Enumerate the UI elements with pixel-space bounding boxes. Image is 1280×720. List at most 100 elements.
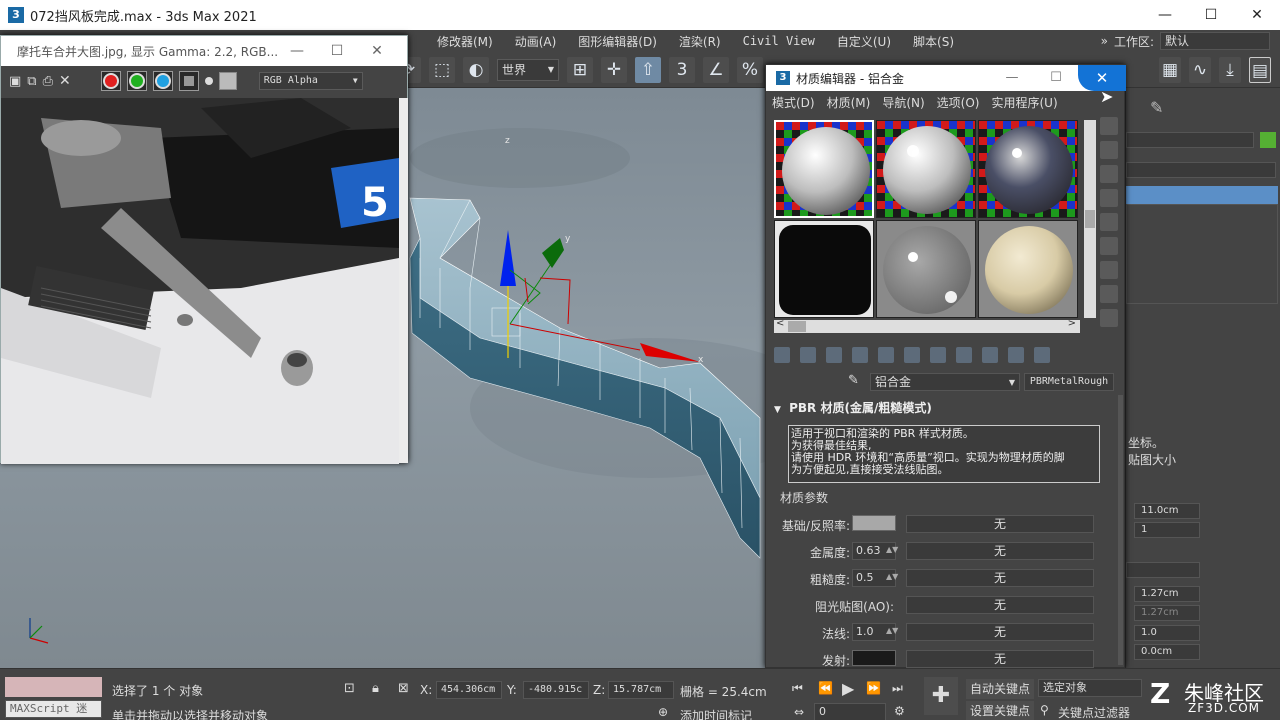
close-button[interactable]: ✕ xyxy=(357,43,397,59)
scale-icon[interactable]: ⬚ xyxy=(429,56,455,83)
menu-rendering[interactable]: 渲染(R) xyxy=(668,33,732,50)
sample-slot[interactable] xyxy=(774,120,874,218)
material-type-button[interactable]: PBRMetalRough xyxy=(1024,373,1114,391)
go-forward-icon[interactable] xyxy=(1034,347,1050,363)
red-channel-toggle[interactable] xyxy=(100,71,121,91)
angle-snap-icon[interactable]: ∠ xyxy=(703,56,729,83)
set-key-button[interactable]: 设置关键点 xyxy=(966,701,1035,720)
key-mode-icon[interactable]: ⇔ xyxy=(794,705,804,719)
base-color-swatch[interactable] xyxy=(852,515,896,531)
material-map-navigator-icon[interactable] xyxy=(1100,309,1118,327)
metalness-map-button[interactable]: 无 xyxy=(906,542,1094,560)
background-swatch[interactable] xyxy=(218,72,237,90)
next-frame-icon[interactable]: ⏩ xyxy=(866,681,881,695)
menu-material[interactable]: 材质(M) xyxy=(821,94,877,111)
minimize-button[interactable]: — xyxy=(1142,0,1188,30)
menu-customize[interactable]: 自定义(U) xyxy=(826,33,902,50)
y-coordinate-field[interactable]: -480.915c xyxy=(523,681,589,699)
render-setup-icon[interactable]: ▤ xyxy=(1249,56,1271,83)
emission-color-swatch[interactable] xyxy=(852,650,896,666)
menu-more-icon[interactable]: » xyxy=(1101,34,1108,48)
options-icon[interactable] xyxy=(1100,261,1118,279)
minimize-button[interactable]: — xyxy=(277,43,317,59)
make-preview-icon[interactable] xyxy=(1100,237,1118,255)
isolate-icon[interactable]: ⊡ xyxy=(344,681,355,696)
close-button[interactable]: ✕ xyxy=(1234,0,1280,30)
menu-scripting[interactable]: 脚本(S) xyxy=(902,33,965,50)
param-field[interactable]: 1.0 xyxy=(1134,625,1200,641)
absolute-mode-icon[interactable]: ⊠ xyxy=(398,681,409,696)
param-field[interactable]: 11.0cm xyxy=(1134,503,1200,519)
auto-key-button[interactable]: 自动关键点 xyxy=(966,679,1035,699)
maxscript-input[interactable]: MAXScript 迷 xyxy=(5,700,102,718)
workspace-dropdown[interactable]: 默认 xyxy=(1160,32,1270,50)
snap-3d-icon[interactable]: 3 xyxy=(669,56,695,83)
maximize-button[interactable]: ☐ xyxy=(1188,0,1234,30)
menu-modes[interactable]: 模式(D) xyxy=(766,94,821,111)
modifier-list-dropdown[interactable] xyxy=(1126,162,1276,178)
curve-editor-icon[interactable]: ∿ xyxy=(1189,56,1211,83)
param-field[interactable]: 1 xyxy=(1134,522,1200,538)
sample-slot[interactable] xyxy=(774,220,874,318)
slots-vertical-scrollbar[interactable] xyxy=(1084,120,1096,318)
go-to-start-icon[interactable]: ⏮ xyxy=(792,681,803,696)
ao-map-button[interactable]: 无 xyxy=(906,596,1094,614)
place-icon[interactable]: ◐ xyxy=(463,56,489,83)
play-icon[interactable]: ▶ xyxy=(842,679,854,698)
clear-icon[interactable]: ✕ xyxy=(59,73,71,89)
key-filters-button[interactable]: 关键点过滤器 xyxy=(1058,704,1130,720)
object-name-field[interactable] xyxy=(1126,132,1254,148)
download-icon[interactable]: ⤓ xyxy=(1219,56,1241,83)
previous-frame-icon[interactable]: ⏪ xyxy=(818,681,833,695)
emission-map-button[interactable]: 无 xyxy=(906,650,1094,668)
param-field[interactable]: 0.0cm xyxy=(1134,644,1200,660)
show-shaded-icon[interactable] xyxy=(956,347,972,363)
menu-options[interactable]: 选项(O) xyxy=(931,94,986,111)
selection-set-dropdown[interactable]: 选定对象 xyxy=(1038,679,1142,697)
save-icon[interactable]: ▣ xyxy=(9,74,21,89)
put-to-library-icon[interactable] xyxy=(904,347,920,363)
rollout-scrollbar[interactable] xyxy=(1118,395,1123,665)
minimize-button[interactable]: — xyxy=(990,65,1034,91)
roughness-map-button[interactable]: 无 xyxy=(906,569,1094,587)
param-field[interactable]: 1.27cm xyxy=(1134,605,1200,621)
param-field[interactable]: 1.27cm xyxy=(1134,586,1200,602)
add-time-tag-button[interactable]: 添加时间标记 xyxy=(680,707,752,720)
green-channel-toggle[interactable] xyxy=(126,71,147,91)
eyedropper-icon[interactable]: ✎ xyxy=(848,373,859,388)
material-name-dropdown[interactable]: 铝合金 ▼ xyxy=(870,373,1020,391)
spinner-icon[interactable]: ▲▼ xyxy=(886,626,898,635)
show-end-result-icon[interactable] xyxy=(982,347,998,363)
copy-icon[interactable]: ⧉ xyxy=(27,74,36,89)
base-color-map-button[interactable]: 无 xyxy=(906,515,1094,533)
param-dropdown[interactable] xyxy=(1126,562,1200,578)
reset-map-icon[interactable] xyxy=(852,347,868,363)
render-icon[interactable]: ▦ xyxy=(1159,56,1181,83)
menu-animation[interactable]: 动画(A) xyxy=(504,33,568,50)
menu-utilities[interactable]: 实用程序(U) xyxy=(985,94,1063,111)
channel-dropdown[interactable]: RGB Alpha ▼ xyxy=(258,72,363,90)
object-color-swatch[interactable] xyxy=(1260,132,1276,148)
x-coordinate-field[interactable]: 454.306cm xyxy=(436,681,502,699)
time-tag-icon[interactable]: ⊕ xyxy=(658,705,668,719)
set-key-icon[interactable]: ✚ xyxy=(924,677,958,715)
sample-slot[interactable] xyxy=(978,120,1078,218)
hammer-icon[interactable]: ✎ xyxy=(1150,98,1163,117)
go-to-parent-icon[interactable] xyxy=(1008,347,1024,363)
video-color-icon[interactable] xyxy=(1100,213,1118,231)
vertical-scrollbar[interactable] xyxy=(399,98,408,463)
modifier-stack-item[interactable] xyxy=(1126,186,1278,204)
spinner-icon[interactable]: ▲▼ xyxy=(886,545,898,554)
background-icon[interactable] xyxy=(1100,165,1118,183)
sample-slot[interactable] xyxy=(978,220,1078,318)
time-config-icon[interactable]: ⚙ xyxy=(894,704,905,718)
maxscript-listener-mini[interactable] xyxy=(5,677,102,697)
go-to-end-icon[interactable]: ⏭ xyxy=(892,681,903,696)
material-id-icon[interactable] xyxy=(930,347,946,363)
get-material-icon[interactable] xyxy=(774,347,790,363)
maximize-button[interactable]: ☐ xyxy=(1034,65,1078,91)
move-icon[interactable]: ✛ xyxy=(601,56,627,83)
scroll-right-icon[interactable]: > xyxy=(1068,318,1076,329)
current-frame-field[interactable]: 0 xyxy=(814,703,886,720)
make-unique-icon[interactable] xyxy=(878,347,894,363)
